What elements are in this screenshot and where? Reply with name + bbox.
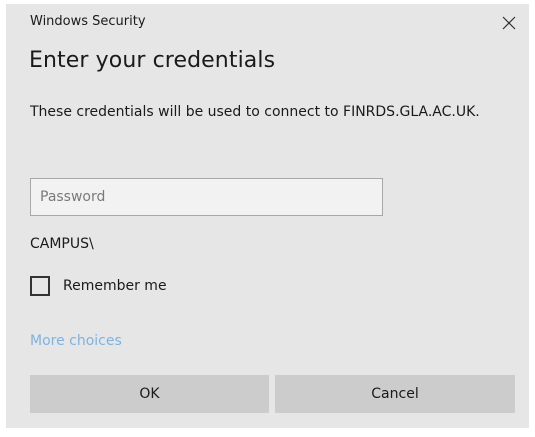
dialog-heading: Enter your credentials xyxy=(29,48,276,73)
remember-me-checkbox[interactable]: Remember me xyxy=(30,276,167,296)
credentials-dialog: Windows Security Enter your credentials … xyxy=(6,4,529,428)
remember-me-label: Remember me xyxy=(63,278,167,294)
checkbox-box[interactable] xyxy=(30,276,50,296)
window-title: Windows Security xyxy=(30,14,146,29)
close-icon xyxy=(502,16,516,30)
password-input[interactable] xyxy=(30,178,383,216)
more-choices-link[interactable]: More choices xyxy=(30,333,122,349)
domain-label: CAMPUS\ xyxy=(30,236,94,252)
ok-button[interactable]: OK xyxy=(30,375,269,413)
dialog-message: These credentials will be used to connec… xyxy=(30,104,480,120)
close-button[interactable] xyxy=(495,10,523,36)
cancel-button[interactable]: Cancel xyxy=(275,375,515,413)
